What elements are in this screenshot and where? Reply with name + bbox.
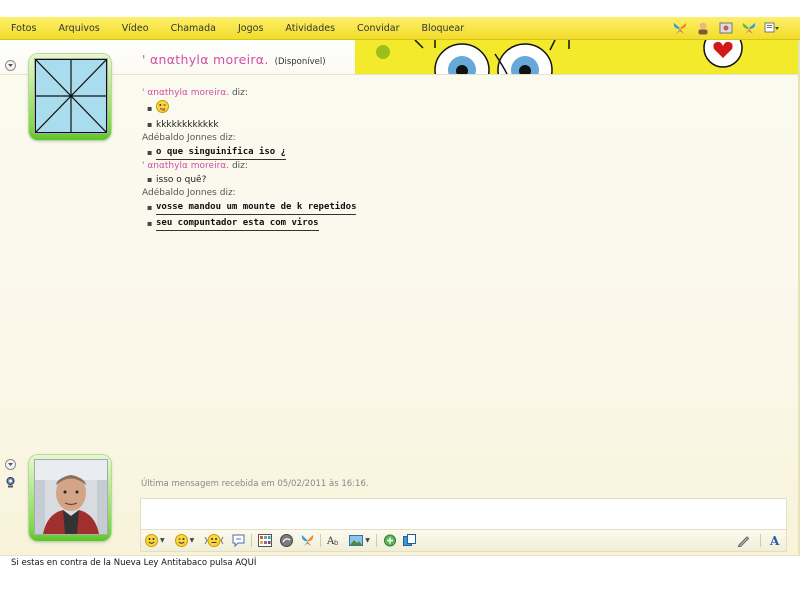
emoticon-button[interactable]: ▼ <box>145 534 165 547</box>
menu-convidar[interactable]: Convidar <box>346 23 411 34</box>
menu-chamada[interactable]: Chamada <box>160 23 227 34</box>
contact-name: ' αnαthylα moreirα. <box>142 52 269 67</box>
svg-text:b: b <box>334 539 339 547</box>
user-photo <box>35 460 107 534</box>
menu-atividades[interactable]: Atividades <box>274 23 346 34</box>
sender-line: Adébaldo Jonnes diz: <box>142 187 762 200</box>
default-avatar-image <box>34 58 108 134</box>
menu-bar: Fotos Arquivos Vídeo Chamada Jogos Ativi… <box>0 17 800 40</box>
pen-icon <box>737 536 750 547</box>
message-text: kkkkkkkkkkkk <box>156 120 219 130</box>
handwriting-button[interactable] <box>280 534 294 547</box>
menu-icon-group <box>672 20 780 36</box>
contact-name-line: ' αnαthylα moreirα. (Disponível) <box>142 52 326 67</box>
sender-line: Adébaldo Jonnes diz: <box>142 132 762 145</box>
sender-name: ' αnαthylα moreirα. <box>142 88 230 98</box>
tongue-wink-emoticon-icon <box>156 100 169 118</box>
sender-says: diz: <box>231 161 248 171</box>
toolbar-separator <box>251 534 253 547</box>
message-input[interactable] <box>140 498 787 530</box>
chevron-down-icon: ▼ <box>365 537 370 544</box>
font-color-icon: A <box>769 534 780 547</box>
collapse-top-button[interactable] <box>5 60 16 71</box>
contact-avatar <box>34 58 108 134</box>
window-top-strip <box>0 0 800 18</box>
user-avatar-frame[interactable] <box>29 455 111 541</box>
ad-link[interactable]: Si estas en contra de la Nueva Ley Antit… <box>11 558 256 568</box>
share-icon <box>402 534 416 546</box>
svg-text:A: A <box>769 534 780 547</box>
message-item: ▪ seu compuntador esta com viros <box>142 216 762 231</box>
background-icon <box>258 534 273 547</box>
toolbar-separator <box>375 534 377 547</box>
user-avatar <box>34 459 108 535</box>
sender-line: ' αnαthylα moreirα. diz: <box>142 160 762 173</box>
toolbar-separator <box>320 534 322 547</box>
message-item: ▪ isso o quê? <box>147 175 207 185</box>
font-button[interactable]: Ab <box>327 534 343 547</box>
voice-clip-button[interactable] <box>232 534 245 547</box>
message-item: ▪ <box>142 100 762 118</box>
menu-arquivos[interactable]: Arquivos <box>47 23 110 34</box>
image-icon <box>349 535 364 546</box>
butterfly-icon[interactable] <box>672 20 688 36</box>
nudge-button[interactable] <box>204 534 224 547</box>
sender-says: diz: <box>219 133 236 143</box>
nudge-icon <box>204 534 224 547</box>
menu-jogos[interactable]: Jogos <box>227 23 274 34</box>
message-toolbar: ▼ ▼ Ab ▼ A <box>140 529 787 552</box>
conversation-window: ' αnαthylα moreirα. (Disponível) ' αnαth… <box>0 40 800 575</box>
message-item: ▪ kkkkkkkkkkkk <box>147 120 219 130</box>
message-item: ▪ vosse mandou um mounte de k repetidos <box>142 200 762 215</box>
voice-clip-icon <box>232 534 245 547</box>
webcam-icon[interactable] <box>6 473 15 492</box>
message-text: isso o quê? <box>156 175 207 185</box>
contact-avatar-frame[interactable] <box>29 54 111 140</box>
contact-status: (Disponível) <box>274 57 326 67</box>
handwriting-icon <box>280 534 294 547</box>
spongebob-theme-art <box>355 40 800 74</box>
toolbar-separator <box>760 534 761 547</box>
sender-name: Adébaldo Jonnes <box>142 188 217 198</box>
handwriting-message: vosse mandou um mounte de k repetidos <box>156 200 357 215</box>
handwriting-message: seu compuntador esta com viros <box>156 216 319 231</box>
image-button[interactable]: ▼ <box>349 534 370 547</box>
share-button[interactable] <box>402 534 416 547</box>
sender-name: Adébaldo Jonnes <box>142 133 217 143</box>
games-button[interactable] <box>383 534 397 547</box>
handwriting-message: o que singuinifica iso ¿ <box>156 145 287 160</box>
chevron-down-icon: ▼ <box>189 537 195 544</box>
menu-fotos[interactable]: Fotos <box>0 23 47 34</box>
wink-icon <box>174 534 188 547</box>
photo-icon[interactable] <box>718 20 734 36</box>
last-message-info: Última mensagem recebida em 05/02/2011 à… <box>141 479 369 489</box>
sender-says: diz: <box>231 88 248 98</box>
sender-says: diz: <box>219 188 236 198</box>
wink-anim-button[interactable] <box>301 534 314 547</box>
wink-anim-icon <box>302 535 314 546</box>
games-icon <box>383 534 396 547</box>
background-button[interactable] <box>258 534 273 547</box>
sender-line: ' αnαthylα moreirα. diz: <box>142 87 762 100</box>
contact-card-icon[interactable] <box>695 20 711 36</box>
message-item: ▪ o que singuinifica iso ¿ <box>142 145 762 160</box>
sender-name: ' αnαthylα moreirα. <box>142 161 230 171</box>
collapse-bottom-button[interactable] <box>5 459 16 470</box>
font-icon: Ab <box>327 536 339 547</box>
menu-video[interactable]: Vídeo <box>111 23 160 34</box>
options-dropdown-icon[interactable] <box>764 20 780 36</box>
font-color-button[interactable]: A <box>769 534 782 547</box>
conversation-history: ' αnαthylα moreirα. diz: ▪ ▪ kkkkkkkkkkkk… <box>142 87 762 231</box>
wink-button[interactable]: ▼ <box>174 534 195 547</box>
menu-bloquear[interactable]: Bloquear <box>411 23 476 34</box>
conversation-header: ' αnαthylα moreirα. (Disponível) <box>0 40 800 75</box>
butterfly-alt-icon[interactable] <box>741 20 757 36</box>
pen-button[interactable] <box>737 534 750 547</box>
chevron-down-icon: ▼ <box>160 537 165 544</box>
emoticon-icon <box>145 534 158 547</box>
